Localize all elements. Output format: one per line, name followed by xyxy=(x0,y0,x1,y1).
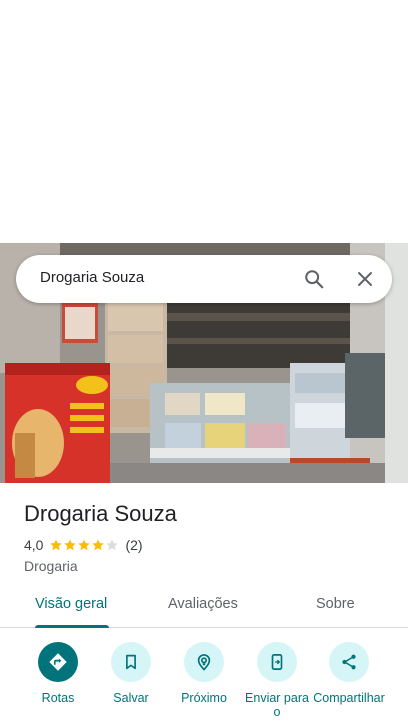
nearby-button[interactable]: Próximo xyxy=(164,642,244,705)
share-icon xyxy=(329,642,369,682)
place-title: Drogaria Souza xyxy=(24,501,177,526)
place-category[interactable]: Drogaria xyxy=(24,558,384,574)
star-rating xyxy=(49,538,119,552)
tab-overview[interactable]: Visão geral xyxy=(35,596,107,612)
send-to-phone-label: Enviar para o xyxy=(245,691,309,719)
send-to-phone-icon xyxy=(257,642,297,682)
search-input[interactable]: Drogaria Souza xyxy=(40,269,144,286)
star-icon xyxy=(78,539,91,551)
search-bar[interactable]: Drogaria Souza xyxy=(16,255,392,303)
nearby-label: Próximo xyxy=(181,691,227,705)
search-icon[interactable] xyxy=(300,265,328,293)
directions-icon xyxy=(38,642,78,682)
map-area[interactable] xyxy=(0,0,408,243)
star-empty-icon xyxy=(106,539,119,551)
tab-bar: Visão geral Avaliações Sobre xyxy=(0,584,408,628)
directions-button[interactable]: Rotas xyxy=(18,642,98,705)
active-tab-indicator xyxy=(35,625,109,628)
send-to-phone-button[interactable]: Enviar para o xyxy=(237,642,317,719)
place-details-screen: Drogaria Souza Drogaria Souza 4,0 (2) Dr… xyxy=(0,0,408,726)
bookmark-icon xyxy=(111,642,151,682)
action-buttons: Rotas Salvar Próximo Enviar para o Compa… xyxy=(0,640,408,726)
save-button[interactable]: Salvar xyxy=(91,642,171,705)
review-count[interactable]: (2) xyxy=(125,537,142,553)
close-icon[interactable] xyxy=(351,265,379,293)
tab-reviews[interactable]: Avaliações xyxy=(168,596,238,612)
star-icon xyxy=(92,539,105,551)
share-label: Compartilhar xyxy=(313,691,385,705)
rating-value: 4,0 xyxy=(24,537,44,553)
save-label: Salvar xyxy=(113,691,149,705)
star-icon xyxy=(64,539,77,551)
star-icon xyxy=(50,539,63,551)
tab-about[interactable]: Sobre xyxy=(316,596,355,612)
nearby-icon xyxy=(184,642,224,682)
directions-label: Rotas xyxy=(41,691,75,705)
place-header: Drogaria Souza 4,0 (2) Drogaria xyxy=(24,500,384,574)
rating-row[interactable]: 4,0 (2) xyxy=(24,536,384,554)
share-button[interactable]: Compartilhar xyxy=(309,642,389,705)
